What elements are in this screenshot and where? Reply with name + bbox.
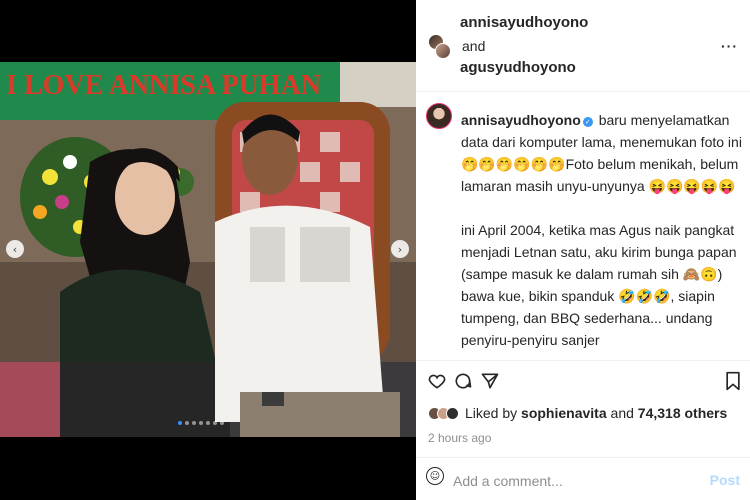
post-media: I LOVE ANNISA PUHAN ‹ ›: [0, 0, 416, 500]
author-username[interactable]: annisayudhoyono: [460, 14, 588, 31]
verified-badge-icon: ✓: [582, 117, 593, 127]
couple-photo: I LOVE ANNISA PUHAN: [0, 62, 416, 437]
caption-text: ini April 2004, ketika mas Agus naik pan…: [461, 222, 737, 348]
post-header: annisayudhoyono and agusyudhoyono ···: [416, 0, 750, 92]
post-actions: Liked by sophienavita and 74,318 others …: [416, 360, 750, 456]
post-comment-button[interactable]: Post: [710, 472, 740, 488]
post-timestamp[interactable]: 2 hours ago: [428, 431, 491, 445]
carousel-prev-button[interactable]: ‹: [6, 240, 24, 258]
liked-by-username[interactable]: sophienavita: [521, 405, 607, 421]
heart-icon[interactable]: [427, 371, 447, 395]
bookmark-icon[interactable]: [724, 371, 742, 395]
likes-summary[interactable]: Liked by sophienavita and 74,318 others: [428, 405, 727, 421]
caption-username[interactable]: annisayudhoyono: [461, 112, 581, 128]
comment-bar: ☺ Post: [416, 457, 750, 500]
post-panel: annisayudhoyono and agusyudhoyono ··· an…: [416, 0, 750, 500]
comment-icon[interactable]: [453, 371, 473, 395]
post-caption: annisayudhoyono ✓ baru menyelamatkan data…: [461, 109, 743, 351]
comment-input[interactable]: [453, 470, 693, 492]
likes-text: Liked by sophienavita and 74,318 others: [465, 405, 728, 421]
send-icon[interactable]: [480, 371, 500, 395]
carousel-next-button[interactable]: ›: [391, 240, 409, 258]
carousel-dot[interactable]: [220, 421, 224, 425]
carousel-indicator: [178, 421, 224, 425]
chevron-right-icon: ›: [397, 242, 403, 256]
carousel-dot[interactable]: [192, 421, 196, 425]
carousel-dot[interactable]: [178, 421, 182, 425]
carousel-dot[interactable]: [206, 421, 210, 425]
carousel-dot[interactable]: [213, 421, 217, 425]
caption-scroll[interactable]: annisayudhoyono ✓ baru menyelamatkan data…: [416, 93, 750, 360]
emoji-icon[interactable]: ☺: [426, 467, 444, 485]
coauthor-username[interactable]: agusyudhoyono: [460, 59, 576, 76]
carousel-dot[interactable]: [199, 421, 203, 425]
post-photo[interactable]: I LOVE ANNISA PUHAN: [0, 62, 416, 437]
collab-connector: and: [462, 38, 486, 54]
avatar: [446, 406, 459, 420]
likes-count[interactable]: 74,318 others: [638, 405, 728, 421]
avatar[interactable]: [426, 103, 452, 129]
collab-avatars[interactable]: [428, 34, 451, 62]
chevron-left-icon: ‹: [12, 242, 18, 256]
avatar: [435, 43, 451, 59]
banner-text: I LOVE ANNISA PUHAN: [6, 70, 321, 101]
carousel-dot[interactable]: [185, 421, 189, 425]
more-horizontal-icon[interactable]: ···: [721, 38, 738, 54]
